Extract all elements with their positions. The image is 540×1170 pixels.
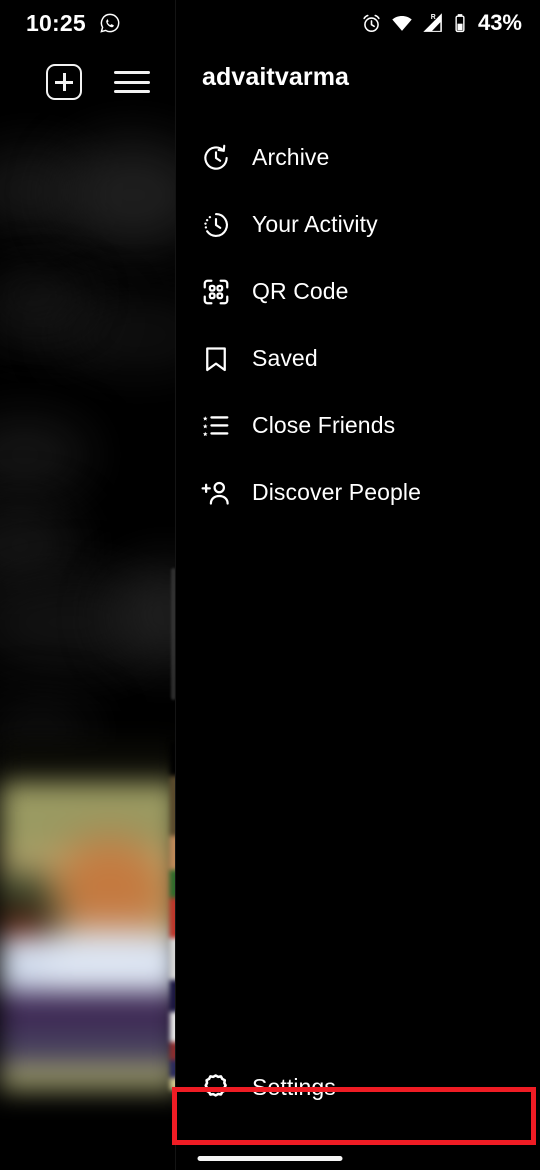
profile-topbar (0, 48, 180, 116)
menu-item-your-activity[interactable]: Your Activity (176, 191, 540, 258)
hamburger-menu-icon[interactable] (114, 69, 150, 95)
alarm-clock-icon (361, 13, 382, 34)
menu-item-settings[interactable]: Settings (176, 1057, 540, 1117)
activity-clock-icon (200, 209, 232, 241)
menu-item-label: Saved (252, 345, 318, 371)
drawer-username: advaitvarma (202, 63, 350, 91)
phone-screen: advaitvarma Archive Your Activity QR Cod… (0, 0, 540, 1170)
menu-item-label: Settings (252, 1073, 336, 1100)
status-bar-right: R 43% (361, 12, 522, 34)
bookmark-icon (200, 343, 232, 375)
dimmed-background[interactable] (0, 0, 180, 1170)
gear-icon (200, 1071, 232, 1103)
menu-item-label: Archive (252, 144, 330, 170)
menu-item-label: QR Code (252, 278, 349, 304)
svg-text:R: R (431, 14, 436, 21)
side-drawer: advaitvarma Archive Your Activity QR Cod… (175, 0, 540, 1170)
person-add-icon (200, 477, 232, 509)
menu-item-discover-people[interactable]: Discover People (176, 459, 540, 526)
menu-item-label: Your Activity (252, 211, 378, 237)
menu-item-saved[interactable]: Saved (176, 325, 540, 392)
menu-item-label: Close Friends (252, 412, 396, 438)
menu-item-qr-code[interactable]: QR Code (176, 258, 540, 325)
qr-code-icon (200, 276, 232, 308)
status-bar: 10:25 R 43% (0, 0, 540, 46)
battery-percent: 43% (477, 10, 522, 35)
star-list-icon (200, 410, 232, 442)
blurred-photo[interactable] (0, 742, 180, 1090)
status-bar-left: 10:25 (26, 9, 121, 36)
whatsapp-icon (99, 12, 121, 34)
cellular-signal-roaming-icon: R (422, 12, 444, 34)
drawer-menu-list: Archive Your Activity QR Code Saved Clos… (176, 124, 540, 526)
new-post-icon[interactable] (46, 64, 82, 100)
battery-icon (453, 13, 467, 34)
archive-clock-icon (200, 142, 232, 174)
gesture-navigation-bar[interactable] (197, 1156, 343, 1161)
menu-item-archive[interactable]: Archive (176, 124, 540, 191)
status-time: 10:25 (26, 9, 86, 36)
wifi-icon (391, 12, 413, 34)
menu-item-close-friends[interactable]: Close Friends (176, 392, 540, 459)
menu-item-label: Discover People (252, 479, 421, 505)
